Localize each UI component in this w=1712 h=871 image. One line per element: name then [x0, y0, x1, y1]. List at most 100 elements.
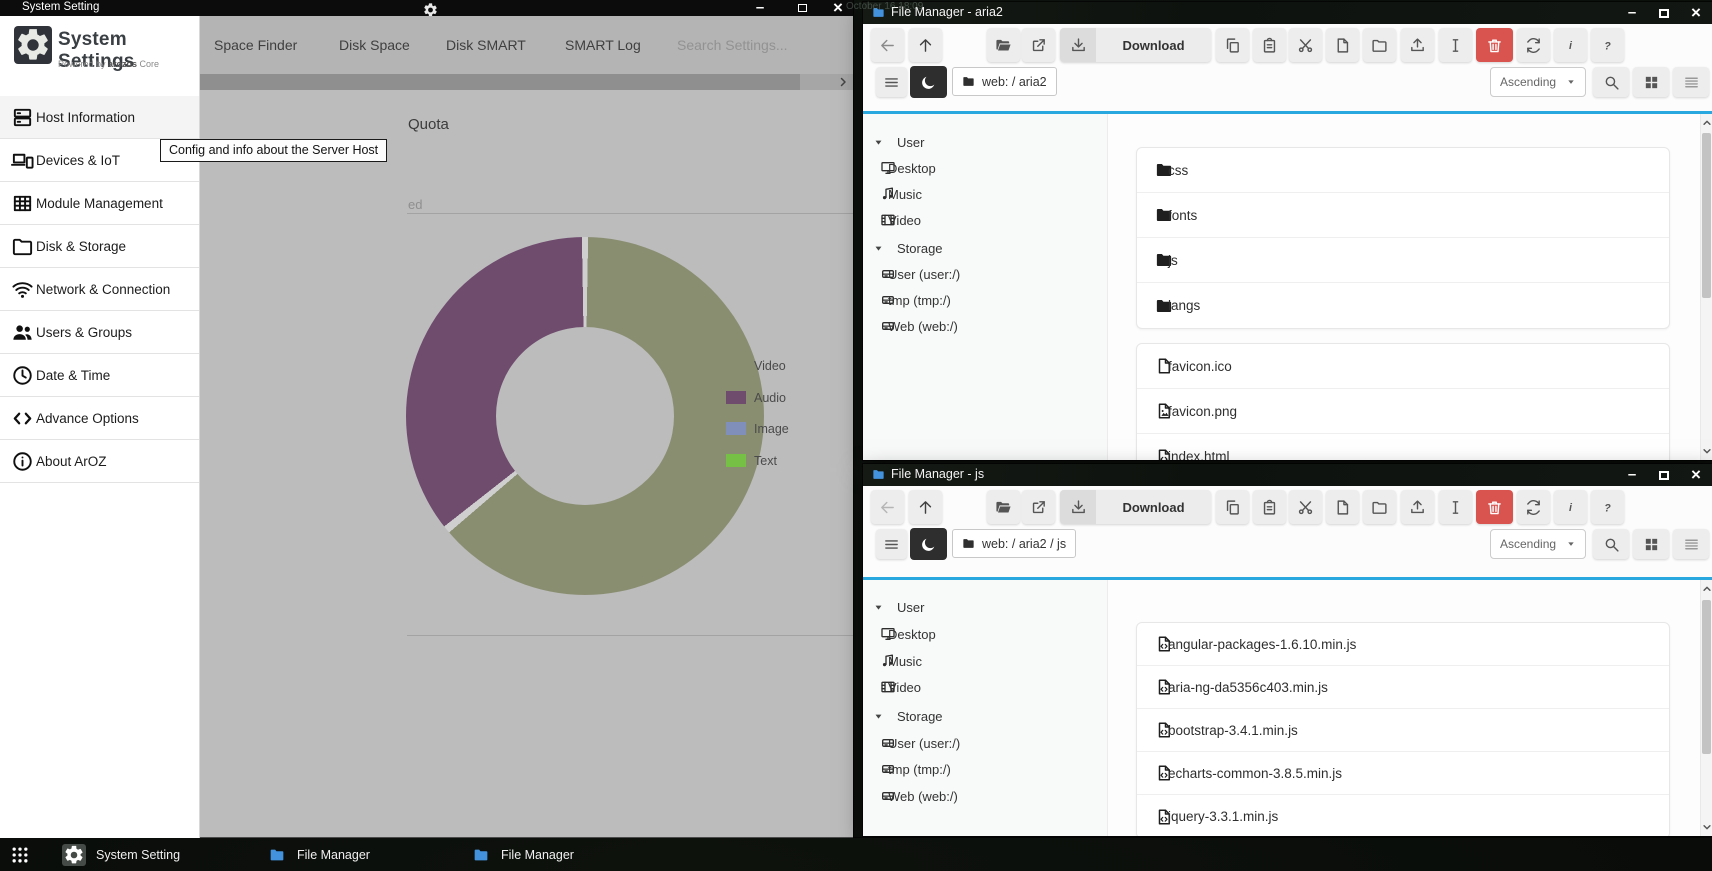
fm-sort-dropdown[interactable]: Ascending — [1490, 529, 1586, 559]
fm-up-button[interactable] — [909, 490, 942, 524]
tree-item-video[interactable]: Video — [863, 210, 921, 230]
close-button[interactable]: × — [1687, 466, 1705, 484]
fm-new-folder-button[interactable] — [1363, 490, 1396, 524]
tab-smart-log[interactable]: SMART Log — [565, 16, 641, 74]
minimize-button[interactable]: – — [1623, 4, 1641, 22]
fm-new-folder-button[interactable] — [1363, 28, 1396, 62]
tree-item-user-drive[interactable]: User (user:/) — [863, 264, 960, 284]
taskbar-item-file-manager-2[interactable]: File Manager — [472, 838, 574, 871]
fm-delete-button[interactable] — [1476, 28, 1513, 62]
file-row-angular[interactable]: angular-packages-1.6.10.min.js — [1137, 623, 1669, 666]
fm-copy-button[interactable] — [1216, 28, 1249, 62]
maximize-button[interactable] — [1655, 4, 1673, 22]
tree-item-video[interactable]: Video — [863, 677, 921, 697]
legend-item-audio[interactable]: Audio — [718, 390, 786, 405]
file-row-echarts[interactable]: echarts-common-3.8.5.min.js — [1137, 752, 1669, 795]
tab-disk-space[interactable]: Disk Space — [339, 16, 410, 74]
sidebar-item-users-groups[interactable]: Users & Groups — [0, 311, 199, 354]
tab-space-finder[interactable]: Space Finder — [214, 16, 297, 74]
tree-section-user[interactable]: User — [863, 132, 924, 152]
file-row-favicon-ico[interactable]: favicon.ico — [1137, 344, 1669, 389]
fm-help-button[interactable]: ? — [1591, 28, 1624, 62]
tree-section-user[interactable]: User — [863, 597, 924, 617]
fm-refresh-button[interactable] — [1517, 490, 1550, 524]
taskbar-item-system-setting[interactable]: System Setting — [62, 838, 180, 871]
fm-list-view-button[interactable] — [1673, 529, 1709, 559]
legend-item-video[interactable]: Video — [718, 358, 786, 373]
fm2-scrollbar[interactable] — [1700, 580, 1712, 836]
fm-open-button[interactable] — [987, 28, 1020, 62]
tab-disk-smart[interactable]: Disk SMART — [446, 16, 526, 74]
scroll-down-icon[interactable] — [1702, 822, 1712, 832]
sidebar-item-network-connection[interactable]: Network & Connection — [0, 268, 199, 311]
fm-upload-button[interactable] — [1401, 28, 1434, 62]
sidebar-item-disk-storage[interactable]: Disk & Storage — [0, 225, 199, 268]
file-row-aria-ng[interactable]: aria-ng-da5356c403.min.js — [1137, 666, 1669, 709]
legend-item-image[interactable]: Image — [718, 421, 789, 436]
scrollbar-thumb[interactable] — [1702, 133, 1711, 298]
fm-menu-button[interactable] — [876, 529, 907, 559]
sidebar-item-host-information[interactable]: Host Information — [0, 96, 199, 139]
fm-new-file-button[interactable] — [1326, 28, 1359, 62]
fm-grid-view-button[interactable] — [1633, 67, 1669, 97]
close-button[interactable]: × — [1687, 4, 1705, 22]
fm-breadcrumb[interactable]: web: / aria2 / js — [952, 529, 1076, 558]
scrollbar-thumb[interactable] — [1702, 600, 1711, 754]
tree-item-user-drive[interactable]: User (user:/) — [863, 733, 960, 753]
fm-sort-dropdown[interactable]: Ascending — [1490, 67, 1586, 97]
fm-paste-button[interactable] — [1253, 28, 1286, 62]
fm-open-new-button[interactable] — [1022, 490, 1055, 524]
tree-item-desktop[interactable]: Desktop — [863, 158, 936, 178]
file-row-fonts[interactable]: fonts — [1137, 193, 1669, 238]
sidebar-item-advance-options[interactable]: Advance Options — [0, 397, 199, 440]
legend-item-text[interactable]: Text — [718, 453, 777, 468]
fm-paste-button[interactable] — [1253, 490, 1286, 524]
file-row-js[interactable]: js — [1137, 238, 1669, 283]
fm-properties-button[interactable]: i — [1554, 28, 1587, 62]
tree-item-web-drive[interactable]: Web (web:/) — [863, 316, 958, 336]
file-row-index-html[interactable]: index.html — [1137, 434, 1669, 460]
tree-section-storage[interactable]: Storage — [863, 238, 943, 258]
file-row-jquery[interactable]: jquery-3.3.1.min.js — [1137, 795, 1669, 836]
fm1-titlebar[interactable]: File Manager - aria2 – × — [863, 2, 1712, 24]
app-launcher-button[interactable] — [10, 838, 30, 871]
fm-help-button[interactable]: ? — [1591, 490, 1624, 524]
fm2-titlebar[interactable]: File Manager - js – × — [863, 464, 1712, 486]
fm-grid-view-button[interactable] — [1633, 529, 1669, 559]
fm-cut-button[interactable] — [1289, 28, 1322, 62]
fm-delete-button[interactable] — [1476, 490, 1513, 524]
fm1-scrollbar[interactable] — [1700, 114, 1712, 460]
tree-item-desktop[interactable]: Desktop — [863, 624, 936, 644]
fm-open-new-button[interactable] — [1022, 28, 1055, 62]
tree-item-music[interactable]: Music — [863, 184, 922, 204]
fm-darkmode-button[interactable] — [910, 528, 947, 560]
fm-download-button[interactable]: Download — [1060, 490, 1211, 524]
file-row-langs[interactable]: langs — [1137, 283, 1669, 328]
fm-breadcrumb[interactable]: web: / aria2 — [952, 67, 1057, 96]
tree-item-tmp-drive[interactable]: tmp (tmp:/) — [863, 759, 951, 779]
fm-up-button[interactable] — [909, 28, 942, 62]
scroll-up-icon[interactable] — [1702, 584, 1712, 594]
taskbar-item-file-manager-1[interactable]: File Manager — [268, 838, 370, 871]
tree-item-web-drive[interactable]: Web (web:/) — [863, 786, 958, 806]
maximize-button[interactable] — [1655, 466, 1673, 484]
fm-properties-button[interactable]: i — [1554, 490, 1587, 524]
fm-download-button[interactable]: Download — [1060, 28, 1211, 62]
tree-item-music[interactable]: Music — [863, 651, 922, 671]
scroll-up-icon[interactable] — [1702, 118, 1712, 128]
tab-scrollbar-thumb[interactable] — [200, 74, 800, 90]
fm-open-button[interactable] — [987, 490, 1020, 524]
tree-section-storage[interactable]: Storage — [863, 706, 943, 726]
chevron-right-icon[interactable] — [837, 76, 849, 88]
file-row-css[interactable]: css — [1137, 148, 1669, 193]
fm-menu-button[interactable] — [876, 67, 907, 97]
fm-rename-button[interactable] — [1439, 490, 1472, 524]
fm-darkmode-button[interactable] — [910, 66, 947, 98]
fm-rename-button[interactable] — [1439, 28, 1472, 62]
fm-new-file-button[interactable] — [1326, 490, 1359, 524]
file-row-bootstrap[interactable]: bootstrap-3.4.1.min.js — [1137, 709, 1669, 752]
scroll-down-icon[interactable] — [1702, 446, 1712, 456]
tab-scrollbar[interactable] — [200, 74, 853, 90]
minimize-button[interactable]: – — [1623, 466, 1641, 484]
fm-copy-button[interactable] — [1216, 490, 1249, 524]
